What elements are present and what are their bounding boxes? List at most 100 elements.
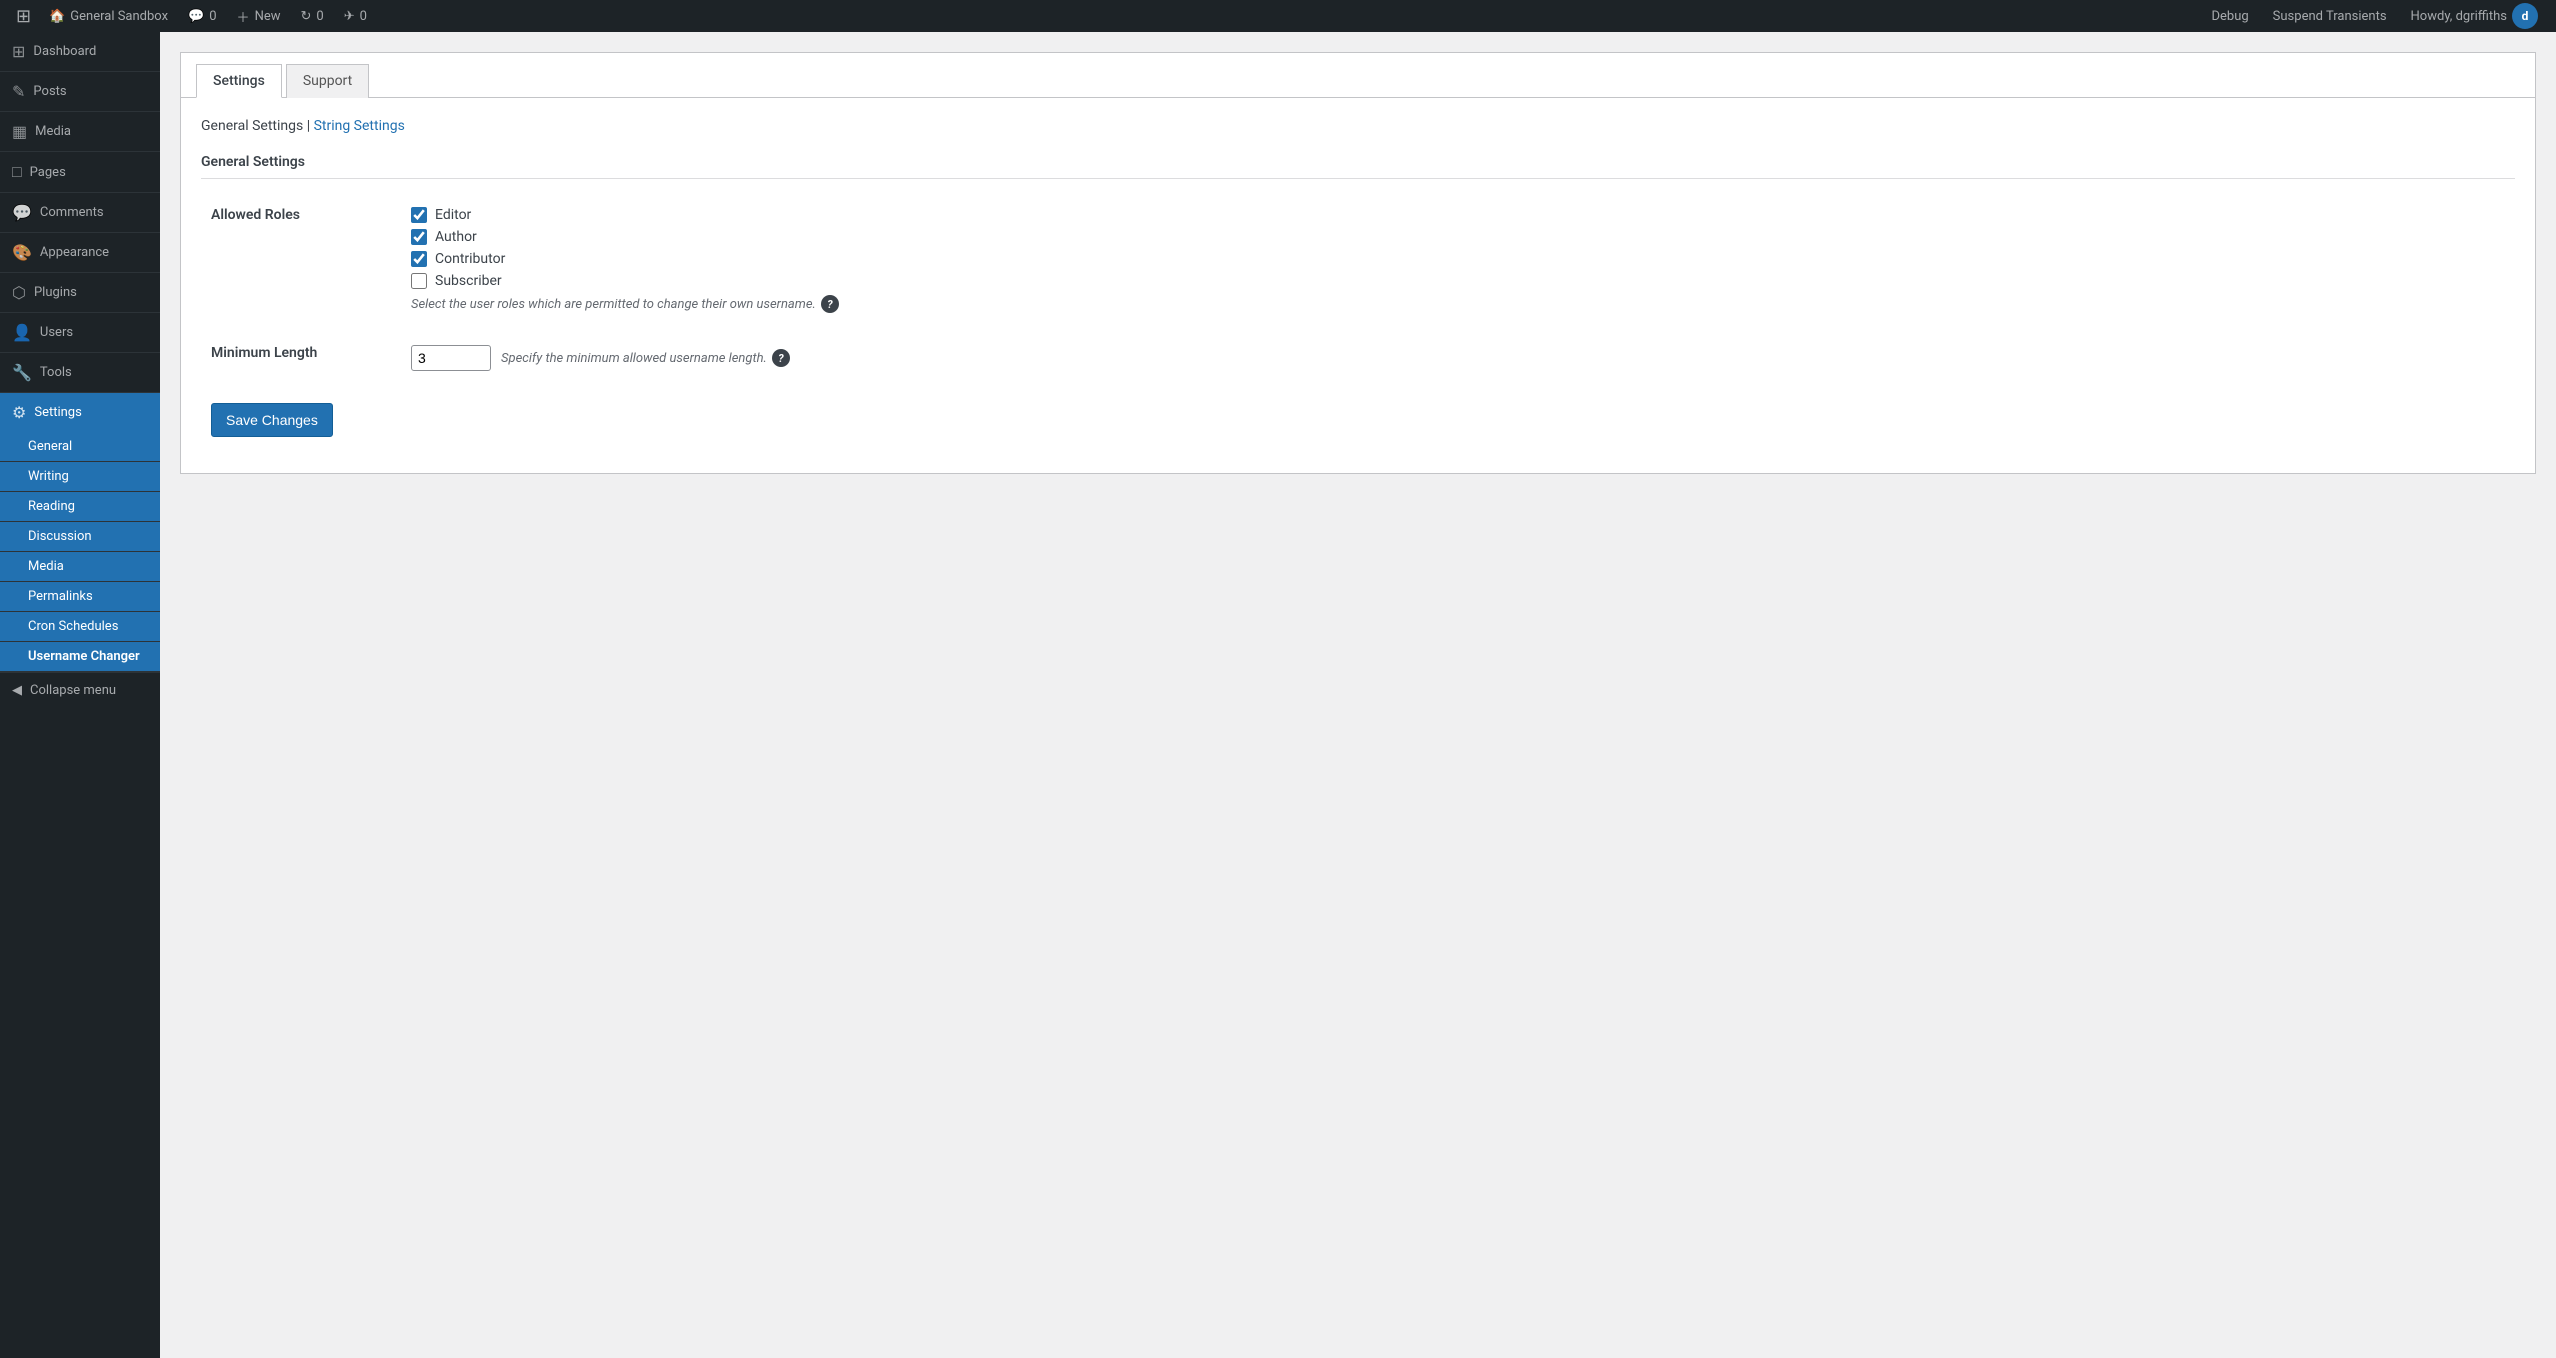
adminbar-plugins[interactable]: ✈ 0: [334, 0, 377, 32]
submenu-link-general[interactable]: General: [0, 432, 160, 461]
dashboard-icon: ⊞: [12, 42, 25, 61]
role-editor-checkbox[interactable]: [411, 207, 427, 223]
comments-icon: 💬: [12, 203, 32, 222]
pages-icon: □: [12, 162, 22, 182]
submenu-item-writing[interactable]: Writing: [0, 462, 160, 492]
submenu-link-writing[interactable]: Writing: [0, 462, 160, 491]
sidebar-item-dashboard[interactable]: ⊞ Dashboard: [0, 32, 160, 72]
settings-form-table: Allowed Roles Editor Author: [201, 191, 2515, 387]
sidebar-label-media: Media: [35, 124, 71, 139]
posts-icon: ✎: [12, 82, 25, 101]
adminbar-howdy[interactable]: Howdy, dgriffiths d: [2401, 0, 2548, 32]
collapse-icon: ◀: [12, 683, 22, 698]
suspend-label: Suspend Transients: [2273, 9, 2387, 24]
site-name: General Sandbox: [70, 9, 168, 24]
role-subscriber-checkbox[interactable]: [411, 273, 427, 289]
collapse-label: Collapse menu: [30, 683, 116, 698]
adminbar-debug[interactable]: Debug: [2201, 0, 2258, 32]
main-content: Settings Support General Settings | Stri…: [160, 32, 2556, 1358]
sidebar-label-dashboard: Dashboard: [33, 44, 96, 59]
plugins-icon: ⬡: [12, 283, 26, 302]
updates-count: 0: [316, 9, 323, 24]
role-contributor-label[interactable]: Contributor: [435, 251, 505, 267]
collapse-menu-button[interactable]: ◀ Collapse menu: [0, 673, 160, 708]
new-label: New: [255, 9, 281, 24]
allowed-roles-description: Select the user roles which are permitte…: [411, 295, 2505, 313]
sidebar-item-comments[interactable]: 💬 Comments: [0, 193, 160, 233]
admin-bar: ⊞ 🏠 General Sandbox 💬 0 ＋ New ↻ 0 ✈ 0 De…: [0, 0, 2556, 32]
subnav-string-link[interactable]: String Settings: [314, 118, 405, 134]
submenu-link-permalinks[interactable]: Permalinks: [0, 582, 160, 611]
tab-support[interactable]: Support: [286, 64, 369, 98]
sidebar-label-users: Users: [40, 325, 73, 340]
role-editor-label[interactable]: Editor: [435, 207, 471, 223]
sidebar-label-comments: Comments: [40, 205, 104, 220]
submenu-item-discussion[interactable]: Discussion: [0, 522, 160, 552]
section-title: General Settings: [201, 154, 2515, 179]
settings-icon: ⚙: [12, 403, 26, 422]
submenu-item-username-changer[interactable]: Username Changer: [0, 642, 160, 672]
settings-wrap: Settings Support General Settings | Stri…: [180, 52, 2536, 474]
sidebar-label-plugins: Plugins: [34, 285, 77, 300]
tab-settings[interactable]: Settings: [196, 64, 282, 98]
sidebar-item-settings[interactable]: ⚙ Settings General Writing Reading Discu…: [0, 393, 160, 673]
adminbar-site[interactable]: 🏠 General Sandbox: [39, 0, 178, 32]
allowed-roles-row: Allowed Roles Editor Author: [201, 191, 2515, 329]
adminbar-comments[interactable]: 💬 0: [178, 0, 227, 32]
adminbar-suspend[interactable]: Suspend Transients: [2263, 0, 2397, 32]
sidebar-label-tools: Tools: [40, 365, 72, 380]
sidebar-item-plugins[interactable]: ⬡ Plugins: [0, 273, 160, 313]
submenu-link-reading[interactable]: Reading: [0, 492, 160, 521]
settings-subnav: General Settings | String Settings: [201, 118, 2515, 134]
tools-icon: 🔧: [12, 363, 32, 382]
minimum-length-description: Specify the minimum allowed username len…: [501, 349, 790, 367]
sidebar-label-settings: Settings: [34, 405, 81, 420]
sidebar-item-tools[interactable]: 🔧 Tools: [0, 353, 160, 393]
sidebar-item-pages[interactable]: □ Pages: [0, 152, 160, 193]
sidebar: ⊞ Dashboard ✎ Posts ▦ Media □ Page: [0, 32, 160, 1358]
minimum-length-input[interactable]: [411, 345, 491, 371]
submenu-item-general[interactable]: General: [0, 432, 160, 462]
submit-section: Save Changes: [201, 387, 2515, 453]
role-author-checkbox[interactable]: [411, 229, 427, 245]
adminbar-new[interactable]: ＋ New: [227, 0, 291, 32]
sidebar-item-media[interactable]: ▦ Media: [0, 112, 160, 152]
role-author-label[interactable]: Author: [435, 229, 477, 245]
minimum-length-help-icon[interactable]: ?: [772, 349, 790, 367]
save-changes-button[interactable]: Save Changes: [211, 403, 333, 437]
submenu-item-cron[interactable]: Cron Schedules: [0, 612, 160, 642]
avatar: d: [2512, 3, 2538, 29]
submenu-item-media[interactable]: Media: [0, 552, 160, 582]
sidebar-label-pages: Pages: [30, 165, 66, 180]
adminbar-right: Debug Suspend Transients Howdy, dgriffit…: [2201, 0, 2548, 32]
role-contributor-row: Contributor: [411, 251, 2505, 267]
sidebar-item-appearance[interactable]: 🎨 Appearance: [0, 233, 160, 273]
allowed-roles-label: Allowed Roles: [201, 191, 401, 329]
howdy-label: Howdy, dgriffiths: [2411, 9, 2507, 24]
settings-submenu: General Writing Reading Discussion Media: [0, 432, 160, 672]
debug-label: Debug: [2211, 9, 2248, 24]
plugins-icon: ✈: [344, 9, 355, 24]
wp-logo[interactable]: ⊞: [8, 6, 39, 27]
sidebar-label-posts: Posts: [33, 84, 66, 99]
submenu-link-media[interactable]: Media: [0, 552, 160, 581]
role-subscriber-label[interactable]: Subscriber: [435, 273, 502, 289]
sidebar-item-posts[interactable]: ✎ Posts: [0, 72, 160, 112]
adminbar-updates[interactable]: ↻ 0: [291, 0, 334, 32]
submenu-link-cron[interactable]: Cron Schedules: [0, 612, 160, 641]
allowed-roles-help-icon[interactable]: ?: [821, 295, 839, 313]
users-icon: 👤: [12, 323, 32, 342]
main-layout: ⊞ Dashboard ✎ Posts ▦ Media □ Page: [0, 32, 2556, 1358]
role-contributor-checkbox[interactable]: [411, 251, 427, 267]
submenu-item-permalinks[interactable]: Permalinks: [0, 582, 160, 612]
updates-icon: ↻: [301, 9, 312, 24]
comments-count: 0: [209, 9, 216, 24]
sidebar-item-users[interactable]: 👤 Users: [0, 313, 160, 353]
subnav-separator: |: [307, 118, 314, 134]
allowed-roles-field: Editor Author Contributor: [401, 191, 2515, 329]
admin-menu: ⊞ Dashboard ✎ Posts ▦ Media □ Page: [0, 32, 160, 673]
submenu-link-discussion[interactable]: Discussion: [0, 522, 160, 551]
submenu-item-reading[interactable]: Reading: [0, 492, 160, 522]
sidebar-label-appearance: Appearance: [40, 245, 109, 260]
submenu-link-username-changer[interactable]: Username Changer: [0, 642, 160, 671]
